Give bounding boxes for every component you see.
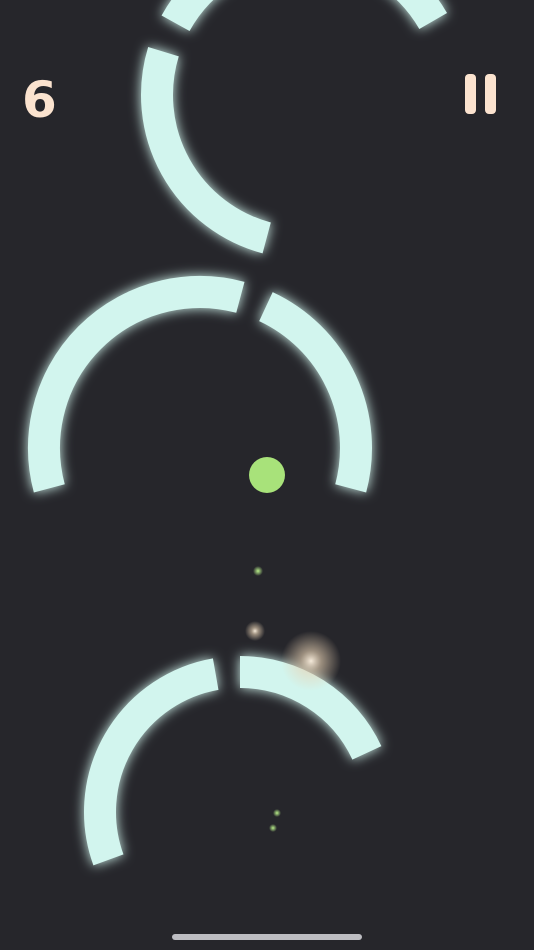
ring-segment (141, 47, 272, 254)
ring-segment (84, 658, 219, 866)
ring-middle (28, 276, 372, 493)
player-ball (249, 457, 285, 493)
pause-icon (465, 74, 476, 114)
ring-segment (258, 292, 372, 493)
spark-large (281, 631, 341, 691)
pause-button[interactable] (462, 72, 500, 116)
spark-small (245, 621, 265, 641)
ring-segment (161, 0, 448, 32)
trail-dot (273, 809, 281, 817)
trail-dot (269, 824, 277, 832)
home-indicator (172, 934, 362, 940)
trail-dot (253, 566, 263, 576)
ring-bottom (84, 656, 382, 866)
ring-segment (28, 276, 245, 493)
ring-top (141, 0, 448, 254)
game-stage[interactable] (0, 0, 534, 950)
score-counter: 6 (22, 71, 57, 129)
pause-icon (485, 74, 496, 114)
rings-layer (28, 0, 448, 866)
